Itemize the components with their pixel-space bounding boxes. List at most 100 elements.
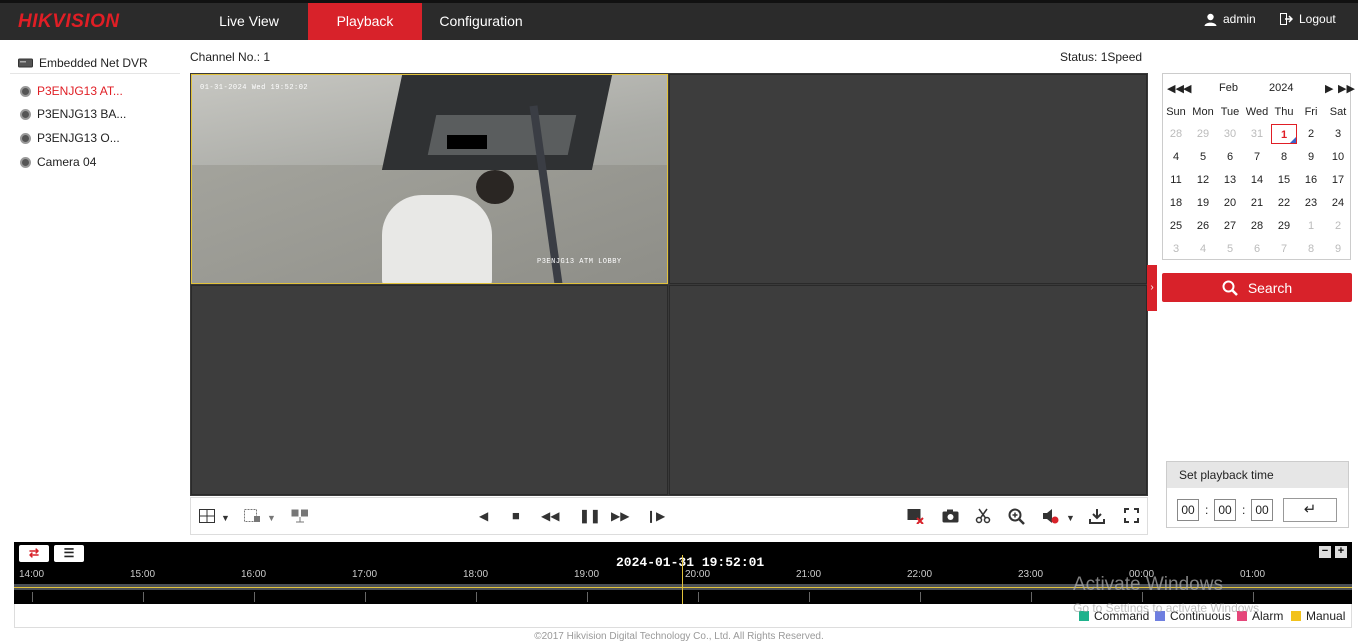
slow-forward-icon[interactable]: ◀◀ bbox=[541, 508, 559, 524]
calendar-day[interactable]: 31 bbox=[1244, 124, 1270, 144]
calendar-day[interactable]: 15 bbox=[1271, 170, 1297, 190]
timeline-options-icon[interactable]: ☰ bbox=[54, 545, 84, 562]
user-menu[interactable]: admin bbox=[1204, 12, 1256, 26]
calendar-day[interactable]: 14 bbox=[1244, 170, 1270, 190]
hour-input[interactable]: 00 bbox=[1177, 499, 1199, 521]
calendar-day[interactable]: 25 bbox=[1163, 216, 1189, 236]
video-tile-3[interactable] bbox=[191, 285, 668, 495]
calendar-day[interactable]: 28 bbox=[1163, 124, 1189, 144]
video-tile-1[interactable]: 01-31-2024 Wed 19:52:02 P3ENJG13 ATM LOB… bbox=[191, 74, 668, 284]
disable-digital-zoom-icon[interactable] bbox=[907, 508, 924, 524]
tab-live-view[interactable]: Live View bbox=[190, 3, 308, 40]
zoom-in-icon[interactable] bbox=[1008, 508, 1025, 525]
calendar-day[interactable]: 28 bbox=[1244, 216, 1270, 236]
camera-icon bbox=[20, 108, 31, 120]
zoom-in-icon[interactable]: + bbox=[1335, 546, 1347, 558]
osd-camera-name: P3ENJG13 ATM LOBBY bbox=[537, 258, 622, 266]
calendar-day[interactable]: 29 bbox=[1190, 124, 1216, 144]
logout-button[interactable]: Logout bbox=[1280, 12, 1336, 26]
timeline-tick-label: 15:00 bbox=[130, 569, 156, 580]
username: admin bbox=[1223, 12, 1256, 26]
calendar-header: ◀◀ ◀ Feb 2024 ▶ ▶▶ bbox=[1163, 80, 1355, 96]
camera-item-4[interactable]: Camera 04 bbox=[20, 154, 96, 170]
single-frame-icon[interactable]: ❙▶ bbox=[646, 508, 665, 524]
pause-icon[interactable]: ❚❚ bbox=[579, 508, 601, 524]
calendar-day[interactable]: 8 bbox=[1271, 147, 1297, 167]
calendar-day[interactable]: 6 bbox=[1217, 147, 1243, 167]
calendar-day[interactable]: 21 bbox=[1244, 193, 1270, 213]
tab-configuration[interactable]: Configuration bbox=[422, 3, 540, 40]
scissors-icon[interactable] bbox=[975, 508, 991, 524]
timeline-sync-icon[interactable]: ⇄ bbox=[19, 545, 49, 562]
collapse-panel-handle[interactable]: › bbox=[1147, 265, 1157, 311]
calendar-day[interactable]: 3 bbox=[1163, 239, 1189, 259]
calendar-day[interactable]: 17 bbox=[1325, 170, 1351, 190]
calendar-day[interactable]: 5 bbox=[1217, 239, 1243, 259]
download-icon[interactable] bbox=[1089, 508, 1105, 524]
calendar-day[interactable]: 13 bbox=[1217, 170, 1243, 190]
enter-icon[interactable]: ↵ bbox=[1283, 498, 1337, 522]
time-separator: : bbox=[1242, 503, 1246, 517]
timeline-cursor[interactable] bbox=[682, 555, 683, 604]
calendar-day[interactable]: 11 bbox=[1163, 170, 1189, 190]
weekday-header: Wed bbox=[1245, 106, 1269, 118]
video-tile-4[interactable] bbox=[669, 285, 1147, 495]
calendar-day[interactable]: 1 bbox=[1298, 216, 1324, 236]
chevron-down-icon[interactable]: ▼ bbox=[1066, 510, 1075, 526]
camera-item-3[interactable]: P3ENJG13 O... bbox=[20, 130, 120, 146]
calendar-day[interactable]: 9 bbox=[1325, 239, 1351, 259]
zoom-out-icon[interactable]: − bbox=[1319, 546, 1331, 558]
calendar-day[interactable]: 20 bbox=[1217, 193, 1243, 213]
calendar-day[interactable]: 22 bbox=[1271, 193, 1297, 213]
calendar-day[interactable]: 10 bbox=[1325, 147, 1351, 167]
legend-label: Manual bbox=[1306, 609, 1346, 623]
window-layout-icon[interactable] bbox=[199, 509, 215, 523]
camera-icon[interactable] bbox=[942, 509, 959, 523]
calendar-day[interactable]: 4 bbox=[1190, 239, 1216, 259]
device-node[interactable]: Embedded Net DVR bbox=[10, 52, 180, 74]
video-tile-2[interactable] bbox=[669, 74, 1147, 284]
sync-playback-icon[interactable] bbox=[291, 509, 309, 523]
calendar-day[interactable]: 29 bbox=[1271, 216, 1297, 236]
calendar-day[interactable]: 5 bbox=[1190, 147, 1216, 167]
next-year-icon[interactable]: ▶▶ bbox=[1338, 82, 1355, 95]
calendar-day[interactable]: 1 bbox=[1271, 124, 1297, 144]
calendar-day[interactable]: 8 bbox=[1298, 239, 1324, 259]
calendar-day[interactable]: 30 bbox=[1217, 124, 1243, 144]
camera-item-2[interactable]: P3ENJG13 BA... bbox=[20, 106, 126, 122]
stop-icon[interactable]: ■ bbox=[512, 508, 520, 524]
calendar-day[interactable]: 12 bbox=[1190, 170, 1216, 190]
calendar-day[interactable]: 4 bbox=[1163, 147, 1189, 167]
audio-muted-icon[interactable] bbox=[1042, 508, 1060, 524]
calendar-day[interactable]: 3 bbox=[1325, 124, 1351, 144]
second-input[interactable]: 00 bbox=[1251, 499, 1273, 521]
prev-year-icon[interactable]: ◀◀ bbox=[1167, 82, 1184, 95]
calendar-day[interactable]: 9 bbox=[1298, 147, 1324, 167]
calendar-day[interactable]: 27 bbox=[1217, 216, 1243, 236]
calendar-day[interactable]: 6 bbox=[1244, 239, 1270, 259]
reverse-play-icon[interactable]: ◀ bbox=[479, 508, 488, 524]
calendar-day[interactable]: 7 bbox=[1244, 147, 1270, 167]
fast-forward-icon[interactable]: ▶▶ bbox=[611, 508, 629, 524]
camera-item-1[interactable]: P3ENJG13 AT... bbox=[20, 83, 123, 99]
calendar-day[interactable]: 7 bbox=[1271, 239, 1297, 259]
calendar-day[interactable]: 18 bbox=[1163, 193, 1189, 213]
calendar-day[interactable]: 23 bbox=[1298, 193, 1324, 213]
calendar-day[interactable]: 16 bbox=[1298, 170, 1324, 190]
timeline-tick-mark bbox=[1031, 592, 1032, 602]
chevron-down-icon[interactable]: ▼ bbox=[221, 510, 230, 526]
prev-month-icon[interactable]: ◀ bbox=[1183, 82, 1191, 95]
chevron-down-icon[interactable]: ▼ bbox=[267, 510, 276, 526]
calendar-day[interactable]: 2 bbox=[1298, 124, 1324, 144]
calendar-day[interactable]: 19 bbox=[1190, 193, 1216, 213]
user-icon bbox=[1204, 13, 1217, 26]
calendar-day[interactable]: 26 bbox=[1190, 216, 1216, 236]
minute-input[interactable]: 00 bbox=[1214, 499, 1236, 521]
next-month-icon[interactable]: ▶ bbox=[1325, 82, 1333, 95]
calendar-day[interactable]: 24 bbox=[1325, 193, 1351, 213]
stop-all-icon[interactable] bbox=[244, 509, 261, 523]
tab-playback[interactable]: Playback bbox=[308, 3, 422, 40]
search-button[interactable]: Search bbox=[1162, 273, 1352, 302]
fullscreen-icon[interactable] bbox=[1124, 508, 1139, 523]
calendar-day[interactable]: 2 bbox=[1325, 216, 1351, 236]
